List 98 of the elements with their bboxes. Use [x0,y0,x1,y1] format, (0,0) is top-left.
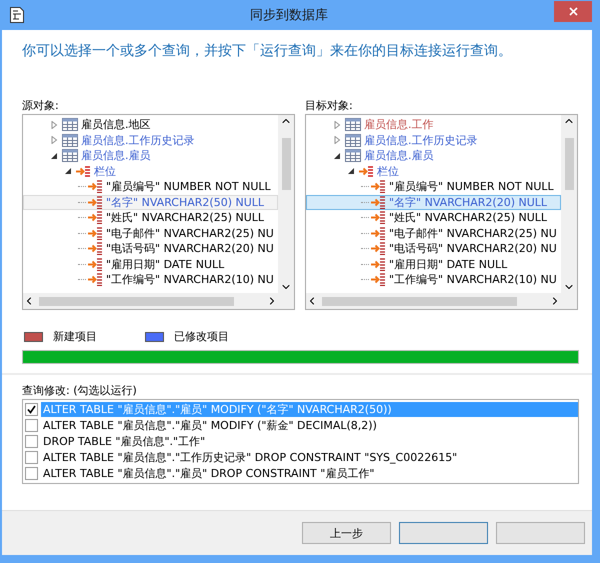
dialog-button[interactable] [496,522,585,544]
column-icon [371,180,386,194]
tree-row[interactable]: 栏位 [23,164,278,179]
tree-item-text: "雇用日期" DATE NULL [389,256,508,272]
tree-row[interactable]: "电子邮件" NVARCHAR2(25) NU [306,226,561,241]
tree-item-text: "工作编号" NVARCHAR2(10) NU [106,272,274,288]
tree-item-text: "雇用日期" DATE NULL [106,256,224,272]
column-icon [371,196,386,209]
tree-item-text: "名字" NVARCHAR2(50) NULL [106,194,264,210]
tree-row[interactable]: 雇员信息.雇员 [306,148,561,164]
pane-label: 源对象: [22,98,60,113]
table-icon [345,134,361,147]
pane-label: 目标对象: [305,98,354,113]
tree-row[interactable]: "姓氏" NVARCHAR2(25) NULL [306,210,561,226]
tree-row[interactable]: "姓氏" NVARCHAR2(25) NULL [23,210,278,226]
tree-row[interactable]: "工作编号" NVARCHAR2(10) NU [23,272,278,288]
tree-item-text: "姓氏" NVARCHAR2(25) NULL [389,210,548,226]
tree-row[interactable]: "名字" NVARCHAR2(50) NULL [23,194,278,210]
legend-label: 新建项目 [53,329,97,344]
column-icon [371,226,386,240]
tree-row[interactable]: "雇用日期" DATE NULL [23,256,278,272]
tree-row[interactable]: "电话号码" NVARCHAR2(20) NU [306,241,561,256]
scroll-thumb[interactable] [39,296,234,306]
checkbox[interactable] [25,450,38,464]
tree-row[interactable]: "电子邮件" NVARCHAR2(25) NU [23,226,278,241]
tree-item-text: 栏位 [377,164,399,179]
instruction-text: 你可以选择一个或多个查询，并按下「运行查询」来在你的目标连接运行查询。 [22,42,513,60]
column-icon [88,211,103,224]
tree-item-text: "电话号码" NVARCHAR2(20) NU [106,241,274,256]
scroll-thumb[interactable] [282,138,290,190]
tree-item-text: "电话号码" NVARCHAR2(20) NU [389,241,557,256]
columns-folder-icon [359,164,374,178]
tree-item-text: 雇员信息.工作历史记录 [81,132,194,148]
checkbox[interactable] [25,466,38,480]
column-icon [371,273,386,286]
tree-item-text: 雇员信息.雇员 [364,148,434,164]
tree-row[interactable]: 雇员信息.工作历史记录 [306,132,561,148]
app-icon [10,7,24,23]
tree-row[interactable]: "工作编号" NVARCHAR2(10) NU [306,272,561,288]
horizontal-scrollbar[interactable] [23,293,278,309]
horizontal-scrollbar[interactable] [306,293,561,309]
vertical-scrollbar[interactable] [561,115,577,293]
checkbox[interactable] [25,402,38,416]
tree-item-text: 雇员信息.工作历史记录 [364,132,478,148]
tree-item-text: 雇员信息.雇员 [81,148,150,164]
tree-item-text: "姓氏" NVARCHAR2(25) NULL [106,210,264,226]
tree-row[interactable]: "雇员编号" NUMBER NOT NULL [23,179,278,194]
window-title: 同步到数据库 [249,7,329,24]
tree-item-text: 雇员信息.地区 [81,117,150,132]
tree-row[interactable]: 雇员信息.工作历史记录 [23,132,278,148]
column-icon [88,180,103,194]
scroll-thumb[interactable] [564,138,574,190]
tree-item-text: "电子邮件" NVARCHAR2(25) NU [389,226,557,241]
tree-row[interactable]: 栏位 [306,164,561,179]
table-icon [62,118,78,132]
tree-row[interactable]: "电话号码" NVARCHAR2(20) NU [23,241,278,256]
column-icon [371,258,386,271]
table-icon [62,149,78,162]
close-button[interactable] [554,0,592,22]
tree-row[interactable]: "名字" NVARCHAR2(20) NULL [306,194,561,210]
column-icon [88,273,103,286]
columns-folder-icon [76,164,91,178]
legend-label: 已修改项目 [174,329,229,344]
tree-view[interactable]: 雇员信息.工作 雇员信息.工作历史记录 雇员信息.雇员 栏位 "雇员编号" NUMBER NOT NULL "名字" NVARCHAR2(20) NULL "姓氏" NVARCHAR2(25) NULL "电子邮件" NVARCHAR2(25) NU "电话号码" NVARCHAR2(20) NU "雇用日期" DATE NULL "工作编号" NVARCHAR2(10) NU [305,114,578,310]
query-item[interactable]: ALTER TABLE "雇员信息"."工作历史记录" DROP CONSTRAINT "SYS_C0022615" [41,450,578,464]
close-icon[interactable] [568,6,578,16]
query-item[interactable]: ALTER TABLE "雇员信息"."雇员" MODIFY ("薪金" DECIMAL(8,2)) [41,418,578,432]
table-icon [345,149,361,162]
column-icon [88,242,103,256]
tree-row[interactable]: "雇用日期" DATE NULL [306,256,561,272]
column-icon [371,242,386,256]
tree-view[interactable]: 雇员信息.地区 雇员信息.工作历史记录 雇员信息.雇员 栏位 "雇员编号" NUMBER NOT NULL "名字" NVARCHAR2(50) NULL "姓氏" NVARCHAR2(25) NULL "电子邮件" NVARCHAR2(25) NU "电话号码" NVARCHAR2(20) NU "雇用日期" DATE NULL "工作编号" NVARCHAR2(10) NU [22,114,295,310]
column-icon [88,226,103,240]
tree-row[interactable]: "雇员编号" NUMBER NOT NULL [306,179,561,194]
queries-label: 查询修改: (勾选以运行) [22,383,138,398]
query-item[interactable]: DROP TABLE "雇员信息"."工作" [41,434,578,448]
tree-row[interactable]: 雇员信息.工作 [306,117,561,132]
tree-item-text: "雇员编号" NUMBER NOT NULL [389,179,554,194]
column-icon [88,196,103,209]
dialog-button[interactable]: 上一步 [302,522,391,544]
tree-item-text: 栏位 [94,164,116,179]
scroll-thumb[interactable] [322,296,517,306]
vertical-scrollbar[interactable] [278,115,294,293]
tree-item-text: "工作编号" NVARCHAR2(10) NU [389,272,557,288]
table-icon [62,134,78,147]
tree-row[interactable]: 雇员信息.雇员 [23,148,278,164]
table-icon [345,118,361,132]
dialog-button[interactable] [399,522,488,544]
tree-item-text: "电子邮件" NVARCHAR2(25) NU [106,226,274,241]
tree-row[interactable]: 雇员信息.地区 [23,117,278,132]
query-item[interactable]: ALTER TABLE "雇员信息"."雇员" DROP CONSTRAINT "雇员工作" [41,466,578,480]
tree-item-text: "雇员编号" NUMBER NOT NULL [106,179,271,194]
checkbox[interactable] [25,434,38,448]
tree-item-text: 雇员信息.工作 [364,117,434,132]
tree-item-text: "名字" NVARCHAR2(20) NULL [389,194,548,210]
column-icon [88,258,103,271]
checkbox[interactable] [25,418,38,432]
column-icon [371,211,386,224]
